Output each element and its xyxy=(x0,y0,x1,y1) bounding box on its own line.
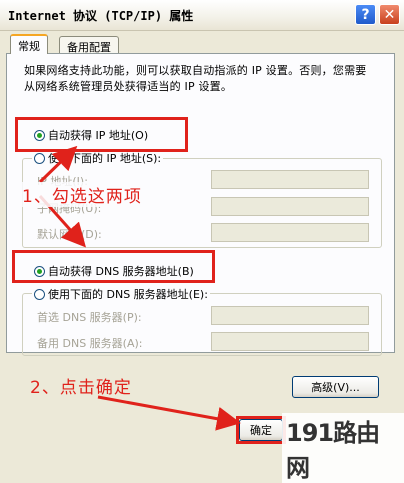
annotation-step1: 1、勾选这两项 xyxy=(22,182,142,207)
arrow-to-ok xyxy=(97,395,241,431)
tab-general[interactable]: 常规 xyxy=(10,34,48,54)
watermark: 191路由网 xyxy=(282,413,404,483)
arrow-to-auto-ip xyxy=(38,145,78,184)
annotation-step2: 2、点击确定 xyxy=(30,378,132,398)
tab-general-label: 常规 xyxy=(18,40,40,53)
